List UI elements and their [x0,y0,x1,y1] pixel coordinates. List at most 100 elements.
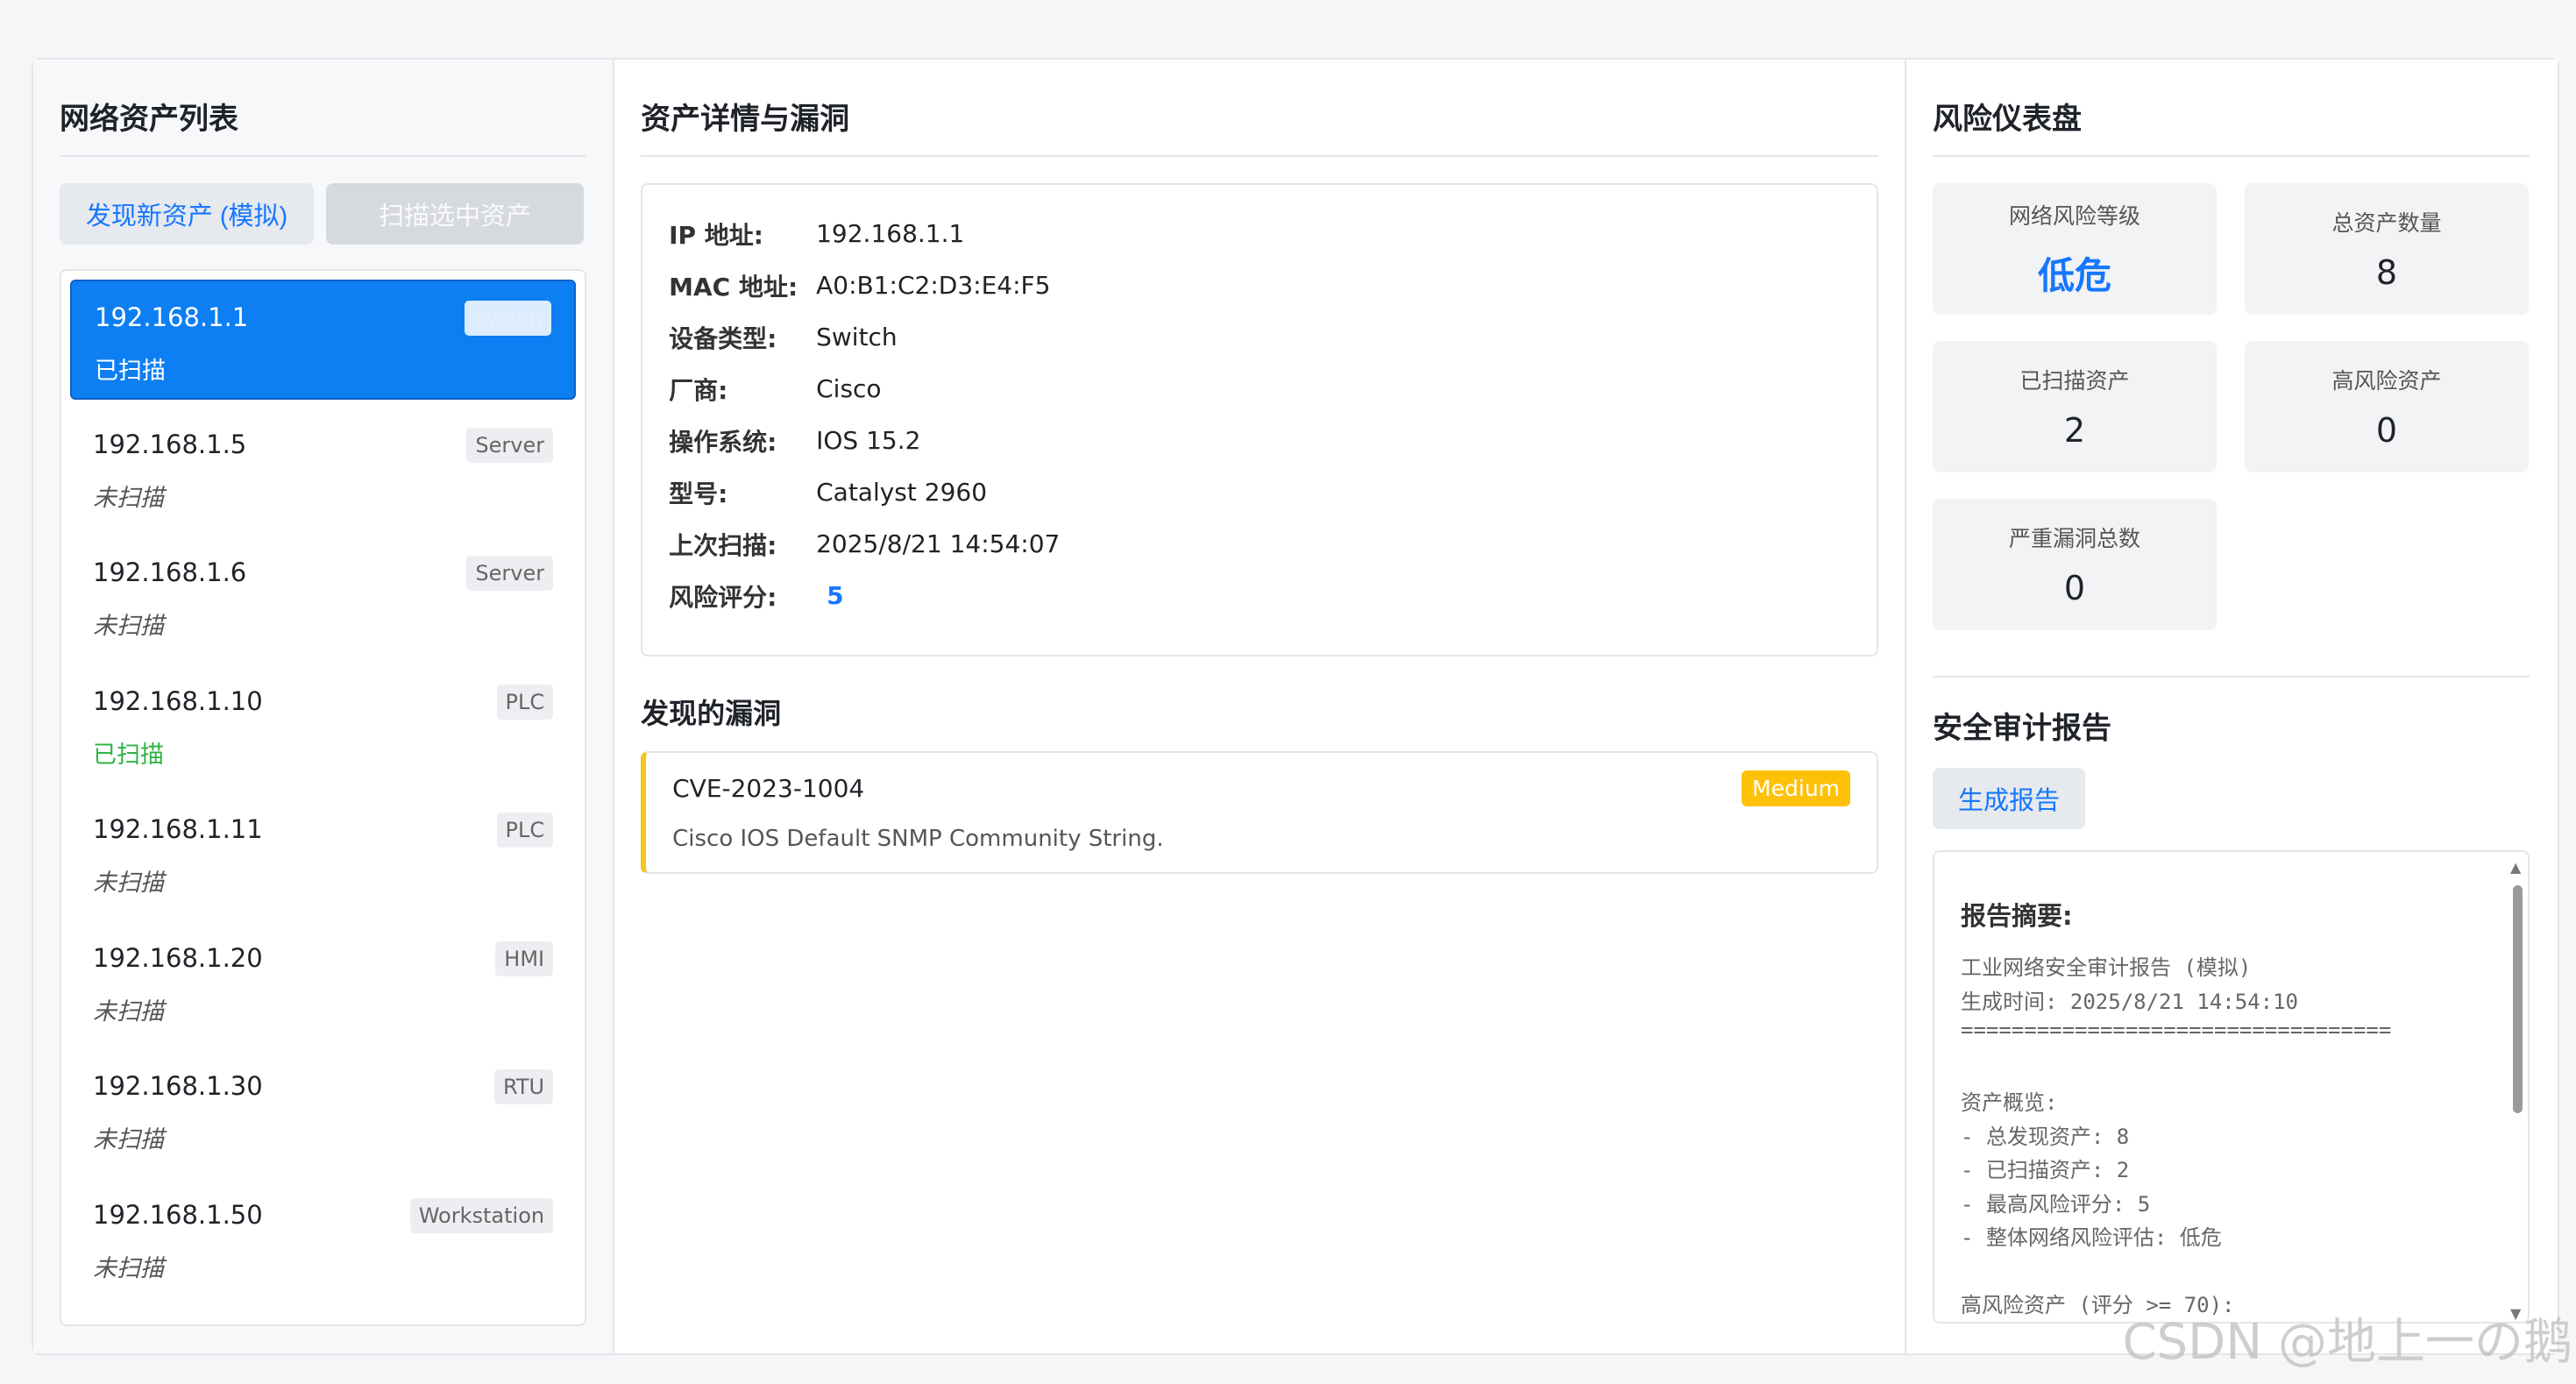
stat-scanned-assets: 已扫描资产 2 [1933,341,2218,472]
report-line: 工业网络安全审计报告 (模拟) [1961,955,2252,980]
asset-status: 已扫描 [95,358,166,385]
asset-status: 未扫描 [93,997,164,1026]
asset-list-panel: 网络资产列表 发现新资产 (模拟) 扫描选中资产 192.168.1.1 已扫描… [33,60,615,1353]
asset-actions: 发现新资产 (模拟) 扫描选中资产 [60,183,586,245]
asset-type-tag: Workstation [409,1197,554,1233]
detail-label: MAC 地址: [669,272,798,302]
discover-asset-button[interactable]: 发现新资产 (模拟) [60,183,314,245]
section-divider [1933,676,2530,678]
stat-value: 0 [2063,569,2086,607]
detail-value: 192.168.1.1 [816,219,965,248]
asset-item-192-168-1-10[interactable]: 192.168.1.10 已扫描 PLC [70,665,576,785]
report-line: - 整体网络风险评估: 低危 [1961,1225,2222,1250]
detail-label: 型号: [669,479,728,508]
risk-dashboard-panel: 风险仪表盘 网络风险等级 低危 总资产数量 8 已扫描资产 2 高风险资产 0 … [1906,60,2558,1353]
detail-value: IOS 15.2 [816,426,921,455]
stat-critical-vulns: 严重漏洞总数 0 [1933,499,2218,630]
risk-dashboard-title: 风险仪表盘 [1933,84,2530,157]
asset-status: 未扫描 [93,613,164,640]
asset-status: 未扫描 [93,1126,164,1153]
detail-label: 厂商: [669,375,728,405]
detail-value: Cisco [816,374,882,403]
app-window: 网络资产列表 发现新资产 (模拟) 扫描选中资产 192.168.1.1 已扫描… [32,58,2559,1355]
scan-selected-button[interactable]: 扫描选中资产 [326,183,584,245]
asset-status: 未扫描 [93,869,164,897]
stat-label: 严重漏洞总数 [2009,526,2141,551]
report-output[interactable]: 报告摘要: 工业网络安全审计报告 (模拟) 生成时间: 2025/8/21 14… [1933,850,2530,1324]
detail-label: IP 地址: [669,220,763,250]
vuln-section-title: 发现的漏洞 [641,697,782,730]
report-line: 资产概览: [1961,1090,2058,1115]
report-line: ================================== [1961,1018,2392,1042]
detail-row-type: 设备类型: Switch [669,311,1850,363]
stat-value: 2 [2063,411,2086,450]
stat-label: 高风险资产 [2331,368,2442,394]
asset-item-192-168-1-50[interactable]: 192.168.1.50 未扫描 Workstation [70,1179,576,1299]
detail-row-ip: IP 地址: 192.168.1.1 [669,208,1850,259]
asset-item-192-168-1-11[interactable]: 192.168.1.11 未扫描 PLC [70,793,576,913]
asset-type-tag: HMI [495,940,554,976]
report-line [1961,1052,2501,1086]
detail-value: 2025/8/21 14:54:07 [816,529,1061,558]
detail-row-model: 型号: Catalyst 2960 [669,466,1850,518]
vuln-card[interactable]: CVE-2023-1004 Cisco IOS Default SNMP Com… [641,751,1879,874]
asset-item-192-168-1-6[interactable]: 192.168.1.6 未扫描 Server [70,536,576,657]
asset-ip: 192.168.1.20 [93,942,263,973]
vuln-id: CVE-2023-1004 [672,774,865,803]
asset-detail-panel: 资产详情与漏洞 IP 地址: 192.168.1.1 MAC 地址: A0:B1… [614,60,1907,1353]
scroll-up-icon[interactable]: ▲ [2510,859,2521,876]
detail-label: 上次扫描: [669,530,777,560]
stat-label: 总资产数量 [2331,210,2442,236]
asset-item-192-168-1-20[interactable]: 192.168.1.20 未扫描 HMI [70,922,576,1042]
asset-type-tag: Server [466,556,554,591]
asset-list-title: 网络资产列表 [60,84,587,157]
detail-label: 操作系统: [669,427,777,457]
report-summary-heading: 报告摘要: [1961,901,2073,931]
detail-row-os: 操作系统: IOS 15.2 [669,415,1850,466]
detail-row-mac: MAC 地址: A0:B1:C2:D3:E4:F5 [669,259,1850,311]
stat-value: 低危 [2038,253,2112,297]
asset-status: 未扫描 [93,484,164,512]
detail-row-risk: 风险评分: 5 [669,570,1850,621]
asset-item-192-168-1-1[interactable]: 192.168.1.1 已扫描 Switch [70,280,577,400]
detail-row-vendor: 厂商: Cisco [669,363,1850,415]
asset-status: 已扫描 [93,741,164,769]
stat-label: 网络风险等级 [2009,202,2141,229]
asset-list: 192.168.1.1 已扫描 Switch 192.168.1.5 未扫描 S… [60,269,587,1326]
stat-value: 8 [2375,253,2398,292]
asset-ip: 192.168.1.30 [93,1071,263,1101]
asset-item-192-168-1-5[interactable]: 192.168.1.5 未扫描 Server [70,408,576,529]
audit-report-title: 安全审计报告 [1933,711,2112,746]
risk-score-value: 5 [827,581,844,610]
report-scrollbar[interactable]: ▲ ▼ [2510,859,2524,1322]
stat-high-risk-assets: 高风险资产 0 [2245,341,2530,472]
asset-status: 未扫描 [93,1254,164,1282]
detail-value: Switch [816,323,898,351]
watermark: CSDN @地上一の鹅 [2122,1314,2572,1371]
report-line: 生成时间: 2025/8/21 14:54:10 [1961,989,2298,1014]
detail-label: 设备类型: [669,323,777,353]
asset-ip: 192.168.1.10 [93,685,263,716]
report-line: - 已扫描资产: 2 [1961,1158,2130,1182]
vuln-description: Cisco IOS Default SNMP Community String. [672,826,1164,852]
stat-total-assets: 总资产数量 8 [2245,183,2530,315]
asset-type-tag: PLC [496,813,554,848]
stat-value: 0 [2375,411,2398,450]
detail-row-last-scan: 上次扫描: 2025/8/21 14:54:07 [669,518,1850,570]
detail-value: Catalyst 2960 [816,478,988,507]
report-line [1961,1254,2501,1288]
detail-value: A0:B1:C2:D3:E4:F5 [816,271,1051,300]
detail-label: 风险评分: [669,582,777,612]
report-line: - 最高风险评分: 5 [1961,1191,2151,1217]
asset-detail-card: IP 地址: 192.168.1.1 MAC 地址: A0:B1:C2:D3:E… [641,183,1879,657]
scroll-thumb[interactable] [2513,885,2523,1113]
stat-label: 已扫描资产 [2019,368,2130,394]
asset-ip: 192.168.1.11 [93,814,263,844]
generate-report-button[interactable]: 生成报告 [1933,768,2086,829]
stats-grid: 网络风险等级 低危 总资产数量 8 已扫描资产 2 高风险资产 0 严重漏洞总数… [1933,183,2530,630]
asset-type-tag: Server [466,427,554,463]
report-line: - 总发现资产: 8 [1961,1124,2130,1149]
asset-type-tag: RTU [493,1069,554,1104]
asset-type-tag: PLC [496,684,554,720]
asset-item-192-168-1-30[interactable]: 192.168.1.30 未扫描 RTU [70,1050,576,1170]
